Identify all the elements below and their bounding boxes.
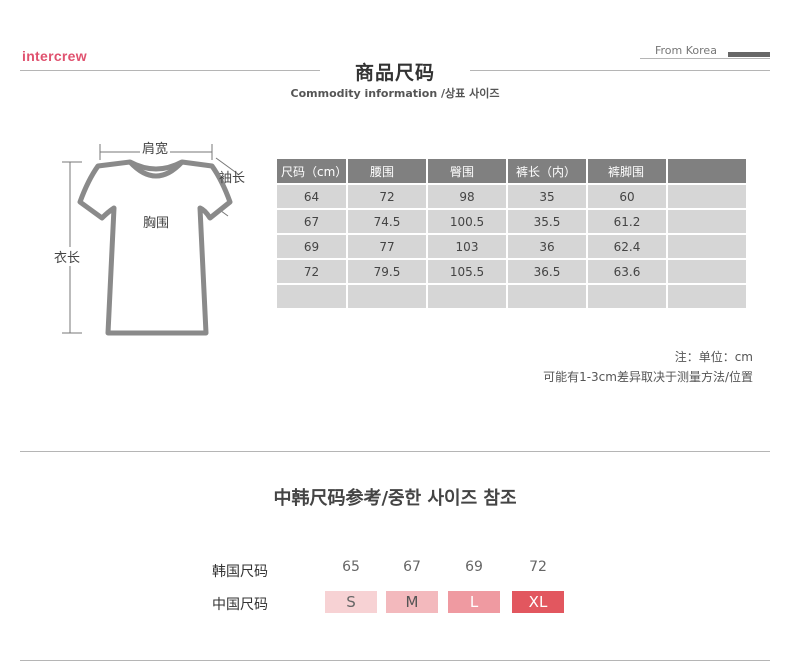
table-cell: 36 [507,233,588,259]
table-cell [507,283,588,308]
bottom-divider [20,660,770,661]
table-cell: 69 [277,233,348,259]
china-size-l: L [448,591,500,613]
table-cell [667,183,748,209]
table-cell: 98 [427,183,508,209]
page-subtitle: Commodity information /상표 사이즈 [290,87,500,100]
header-waist: 腰围 [347,159,428,184]
table-row: 67 74.5 100.5 35.5 61.2 [277,208,748,234]
table-cell [667,283,748,308]
china-size-s: S [325,591,377,613]
table-cell [427,283,508,308]
table-cell [347,283,428,308]
header-inseam: 裤长（内） [507,159,588,184]
korea-size-67: 67 [403,559,421,575]
table-cell: 100.5 [427,208,508,234]
table-cell: 72 [277,258,348,284]
table-cell: 67 [277,208,348,234]
table-cell: 72 [347,183,428,209]
sleeve-label: 袖长 [219,171,246,186]
table-row: 64 72 98 35 60 [277,183,748,209]
china-size-label: 中国尺码 [212,597,268,613]
table-cell: 74.5 [347,208,428,234]
header-empty [667,159,748,184]
tshirt-diagram [62,144,239,336]
china-size-m: M [386,591,438,613]
table-cell: 36.5 [507,258,588,284]
header-divider-left [20,70,320,71]
table-cell [277,283,348,308]
length-label: 衣长 [54,247,81,266]
tolerance-note: 可能有1-3cm差异取决于测量方法/位置 [543,370,753,384]
brand-logo: intercrew [22,48,87,64]
table-row: 69 77 103 36 62.4 [277,233,748,259]
table-cell: 103 [427,233,508,259]
header-divider-right [470,70,770,71]
table-cell: 105.5 [427,258,508,284]
table-cell: 61.2 [587,208,668,234]
table-cell [667,233,748,259]
shoulder-label: 肩宽 [140,138,171,157]
korea-size-72: 72 [529,559,547,575]
header-hip: 臀围 [427,159,508,184]
table-header-row: 尺码（cm） 腰围 臀围 裤长（内） 裤脚围 [277,159,748,184]
table-cell [587,283,668,308]
chest-label: 胸围 [141,212,172,231]
header-top-rule [640,58,770,59]
table-cell: 79.5 [347,258,428,284]
korea-size-65: 65 [342,559,360,575]
table-cell: 63.6 [587,258,668,284]
reference-title: 中韩尺码参考/중한 사이즈 참조 [273,488,517,509]
table-cell [667,208,748,234]
from-korea-bar [728,52,770,57]
table-cell: 60 [587,183,668,209]
section-divider [20,451,770,452]
table-cell: 62.4 [587,233,668,259]
korea-size-label: 韩国尺码 [212,564,268,580]
header-hem: 裤脚围 [587,159,668,184]
table-row: 72 79.5 105.5 36.5 63.6 [277,258,748,284]
page-title: 商品尺码 [354,62,435,84]
unit-note: 注：单位：cm [674,350,753,364]
header-size: 尺码（cm） [277,159,348,184]
table-cell: 35.5 [507,208,588,234]
table-row [277,283,748,308]
size-table: 尺码（cm） 腰围 臀围 裤长（内） 裤脚围 64 72 98 35 60 67… [277,159,748,308]
from-korea-label: From Korea [655,44,717,57]
table-cell: 35 [507,183,588,209]
tshirt-outline [77,159,233,336]
table-cell: 77 [347,233,428,259]
korea-size-69: 69 [465,559,483,575]
china-size-xl: XL [512,591,564,613]
table-cell: 64 [277,183,348,209]
table-cell [667,258,748,284]
